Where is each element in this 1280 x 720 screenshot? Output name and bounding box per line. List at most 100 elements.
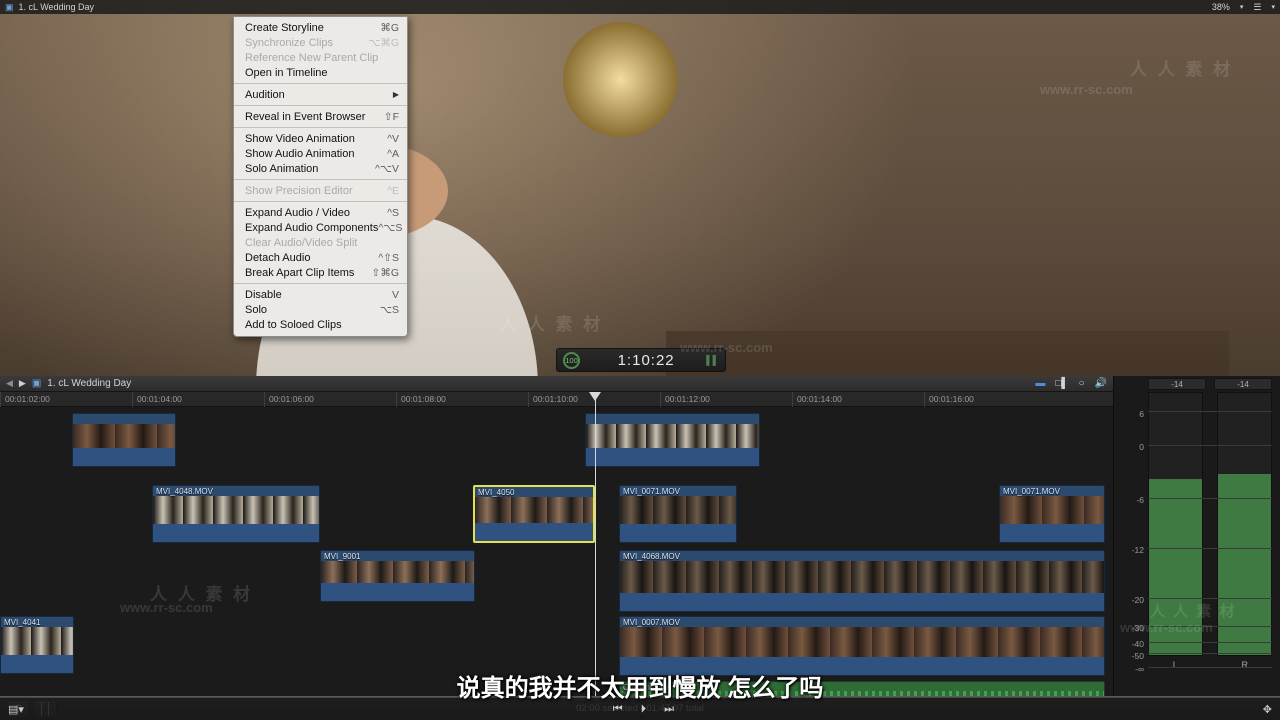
clip-menu-item[interactable]: Reveal in Event Browser ⇧F <box>234 109 407 124</box>
skimming-icon[interactable]: ○ <box>1079 378 1085 389</box>
meter-readout-right: -14 <box>1214 378 1272 390</box>
menu-item-shortcut: V <box>391 288 399 301</box>
menu-item-label: Reveal in Event Browser <box>245 110 366 123</box>
menu-item-label: Expand Audio Components <box>245 221 379 234</box>
clip-menu-item[interactable]: Solo ⌥S <box>234 302 407 317</box>
menu-item-label: Clear Audio/Video Split <box>245 236 358 249</box>
meter-readout-left: -14 <box>1148 378 1206 390</box>
timeline-ruler[interactable]: 00:01:02:00 00:01:04:00 00:01:06:00 00:01:0… <box>0 392 1113 696</box>
timeline-clip-label: MVI_4048.MOV <box>156 487 213 496</box>
meter-fill-right <box>1218 474 1271 655</box>
timeline-clip[interactable]: MVI_0071.MOV <box>999 485 1105 543</box>
viewer-header: ▣ 1. cL Wedding Day 38% ▾ ☰ ▾ <box>0 0 1280 14</box>
timeline-panel: ◀ ▶ ▣ 1. cL Wedding Day ▬ □▌ ○ 🔊 00:01:0… <box>0 376 1113 696</box>
menu-item-label: Create Storyline <box>245 21 324 34</box>
fullscreen-icon[interactable]: ✥ <box>1263 703 1272 716</box>
viewer-view-options-icon[interactable]: ▤▾ <box>8 703 24 716</box>
clip-menu-item[interactable]: Expand Audio / Video ^S <box>234 205 407 220</box>
timeline-clip[interactable]: MVI_0071.MOV <box>619 485 737 543</box>
menu-item-label: Audition <box>245 88 285 101</box>
timeline-clip[interactable]: MVI_4068.MOV <box>619 550 1105 612</box>
viewer-project-name: 1. cL Wedding Day <box>18 2 95 12</box>
clip-menu-item[interactable]: Audition ▶ <box>234 87 407 102</box>
timeline-clip[interactable]: MVI_4050 <box>473 485 595 543</box>
meter-scale-label: -30 <box>1131 622 1144 633</box>
menu-item-label: Show Video Animation <box>245 132 355 145</box>
viewer-zoom-level[interactable]: 38% <box>1212 2 1230 12</box>
clip-menu-item[interactable]: Show Audio Animation ^A <box>234 146 407 161</box>
clip-menu-item[interactable]: Open in Timeline <box>234 65 407 80</box>
meter-scale-label: -12 <box>1131 544 1144 555</box>
clip-filmstrip <box>586 424 759 450</box>
menu-item-label: Expand Audio / Video <box>245 206 350 219</box>
clip-filmstrip <box>1000 496 1104 526</box>
timeline-clip-label: MVI_9001 <box>324 552 361 561</box>
solo-icon[interactable]: 🔊 <box>1095 378 1107 389</box>
clip-audio-waveform <box>321 583 474 601</box>
clip-audio-waveform <box>586 448 759 466</box>
timeline-clip[interactable] <box>585 413 760 467</box>
ruler-tick: 00:01:10:00 <box>528 392 578 407</box>
clip-menu-dropdown[interactable]: Create Storyline ⌘G Synchronize Clips ⌥⌘G Re… <box>233 16 408 337</box>
menu-item-shortcut: ^⌥V <box>374 162 399 175</box>
toolbar-timecode-value[interactable]: 1:10:22 <box>586 352 706 369</box>
menu-item-label: Solo Animation <box>245 162 319 175</box>
clip-menu-item[interactable]: Disable V <box>234 287 407 302</box>
menu-item-shortcut: ^S <box>387 206 399 219</box>
clip-menu-item: Clear Audio/Video Split <box>234 235 407 250</box>
meter-gridline <box>1148 497 1272 499</box>
menu-item-label: Break Apart Clip Items <box>245 266 355 279</box>
menu-separator <box>234 83 407 84</box>
meter-scale-label: 0 <box>1139 442 1144 453</box>
chevron-down-icon[interactable]: ▾ <box>1240 3 1244 11</box>
chevron-down-icon[interactable]: ▾ <box>1271 3 1275 11</box>
clip-audio-waveform <box>620 593 1104 611</box>
timeline-clip[interactable] <box>72 413 176 467</box>
timeline-clip-label: MVI_4068.MOV <box>623 552 680 561</box>
clip-menu-item[interactable]: Show Video Animation ^V <box>234 131 407 146</box>
timeline-clip[interactable]: MVI_0007.MOV <box>619 616 1105 676</box>
clip-filmstrip <box>620 627 1104 659</box>
menu-item-label: Synchronize Clips <box>245 36 334 49</box>
clip-audio-waveform <box>73 448 175 466</box>
menu-item-shortcut: ⌘G <box>380 21 399 34</box>
clip-menu-item[interactable]: Break Apart Clip Items ⇧⌘G <box>234 265 407 280</box>
clip-menu-item[interactable]: Solo Animation ^⌥V <box>234 161 407 176</box>
menu-item-shortcut: ^⇧S <box>378 251 399 264</box>
menu-separator <box>234 283 407 284</box>
timeline-clip[interactable]: MVI_4048.MOV <box>152 485 320 543</box>
ruler-tick: 00:01:16:00 <box>924 392 974 407</box>
clip-menu-item[interactable]: Add to Soloed Clips <box>234 317 407 332</box>
meter-readouts: -14 -14 <box>1114 376 1280 390</box>
timeline-clip[interactable]: MVI_4041 <box>0 616 74 674</box>
meter-scale-label: -40 <box>1131 639 1144 650</box>
meter-gridline <box>1148 411 1272 413</box>
clip-menu-item[interactable]: Create Storyline ⌘G <box>234 20 407 35</box>
timeline-body[interactable]: MVI_4048.MOV MVI_4050 MVI_0071.MOV MVI_0071… <box>0 407 1113 696</box>
timeline-clip[interactable]: MVI_9001 <box>320 550 475 602</box>
clip-menu-item: Reference New Parent Clip <box>234 50 407 65</box>
meter-body: 6 0 -6 -12 -20 -30 -40 -50 -∞ L R <box>1132 392 1272 674</box>
viewer-transport-controls: ⏮ ⏵ ⏭ <box>613 703 674 716</box>
timecode-badge: 100 <box>563 351 580 369</box>
audio-meters-panel: -14 -14 6 0 -6 -12 -20 -30 -40 -50 -∞ L R <box>1113 376 1280 696</box>
back-arrow-icon[interactable]: ◀ <box>6 378 13 389</box>
clip-appearance-icon[interactable]: ▬ <box>1035 378 1045 389</box>
clip-menu-item[interactable]: Expand Audio Components ^⌥S <box>234 220 407 235</box>
timeline-clip-label: MVI_0071.MOV <box>1003 487 1060 496</box>
meter-scale-label: -6 <box>1136 494 1144 505</box>
clip-menu-item[interactable]: Detach Audio ^⇧S <box>234 250 407 265</box>
play-icon[interactable]: ⏵ <box>641 703 647 716</box>
playhead[interactable] <box>589 392 601 696</box>
menu-item-shortcut: ⌥S <box>379 303 399 316</box>
forward-arrow-icon[interactable]: ▶ <box>19 378 26 389</box>
menu-item-label: Reference New Parent Clip <box>245 51 379 64</box>
timeline-clip-label: MVI_0071.MOV <box>623 487 680 496</box>
menu-item-label: Open in Timeline <box>245 66 328 79</box>
skip-forward-icon[interactable]: ⏭ <box>664 703 674 716</box>
clip-audio-waveform <box>475 523 593 541</box>
toolbar-timecode-display[interactable]: 100 1:10:22 ▌▌ <box>556 348 726 372</box>
audio-skimming-icon[interactable]: □▌ <box>1055 378 1068 389</box>
skip-back-icon[interactable]: ⏮ <box>613 703 623 716</box>
viewer-settings-icon[interactable]: ☰ <box>1253 2 1261 13</box>
